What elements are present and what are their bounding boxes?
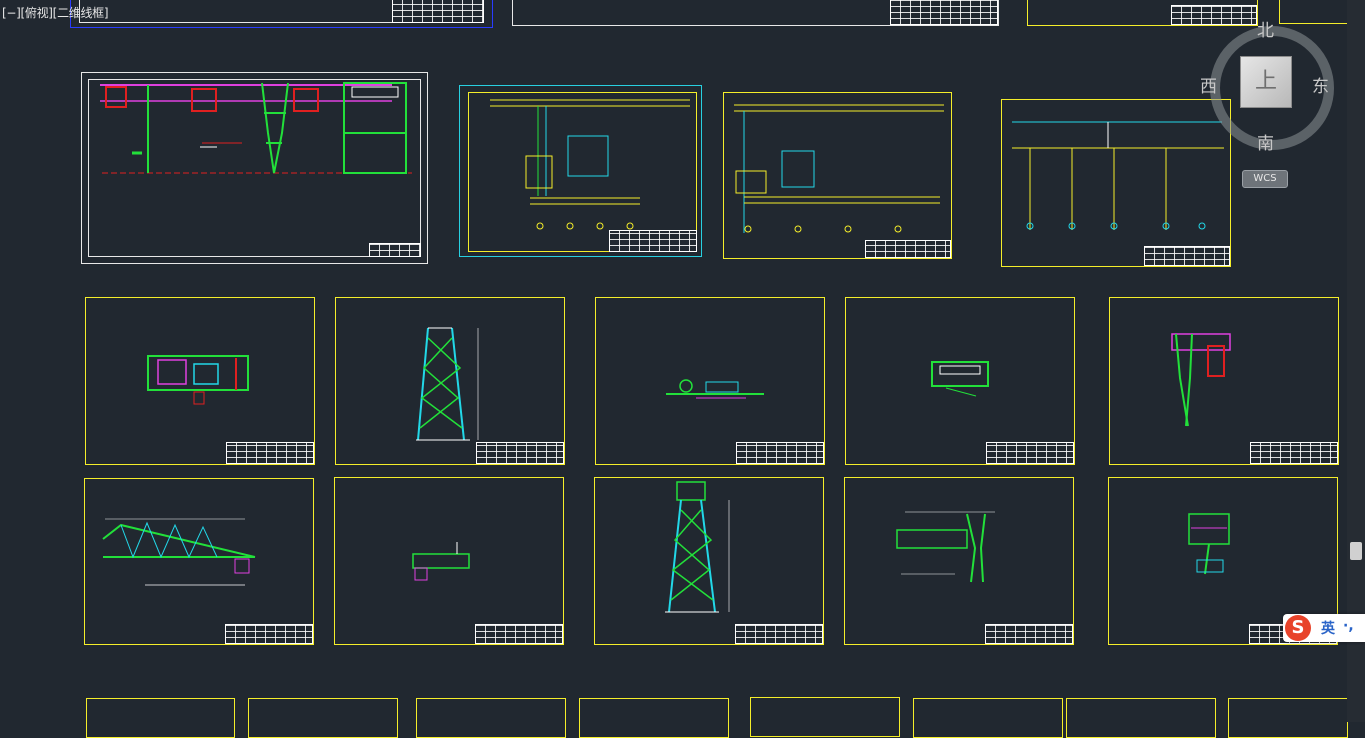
drawing-sheet-row4-5[interactable] — [750, 697, 900, 737]
title-block — [392, 0, 484, 23]
trolley-plan-drawing — [147, 355, 249, 405]
compass-north[interactable]: 北 — [1257, 16, 1274, 41]
tower-leg-drawing — [416, 327, 479, 441]
scrollbar-thumb[interactable] — [1350, 542, 1362, 560]
drawing-sheet-row4-1[interactable] — [86, 698, 235, 738]
gantry-crane-drawing — [100, 82, 412, 174]
viewcube-top-face[interactable]: 上 — [1240, 56, 1292, 108]
model-space-canvas[interactable] — [0, 0, 1365, 738]
drawing-sheet-row3-2[interactable] — [334, 477, 564, 645]
viewcube[interactable]: 上 北 南 东 西 WCS — [1196, 14, 1336, 188]
detail-drawing — [412, 542, 470, 581]
drawing-sheet-row3-1[interactable] — [84, 478, 314, 645]
wcs-menu-button[interactable]: WCS — [1242, 170, 1288, 188]
drawing-sheet-top-1[interactable] — [70, 0, 493, 28]
cabin-drawing — [931, 361, 989, 397]
drawing-sheet-top-2[interactable] — [512, 0, 999, 26]
drawing-sheet-row2-1[interactable] — [85, 297, 315, 465]
compass-south[interactable]: 南 — [1257, 129, 1274, 154]
hoist-mechanism-drawing — [896, 511, 995, 583]
drawing-sheet-row2-4[interactable] — [845, 297, 1075, 465]
tower-elevation-drawing — [665, 481, 730, 613]
drawing-sheet-row4-8[interactable] — [1228, 698, 1348, 738]
drawing-sheet-row3-4[interactable] — [844, 477, 1074, 645]
title-block — [890, 0, 998, 25]
drawing-sheet-electrical-2[interactable] — [723, 92, 952, 259]
ime-punctuation-toggle[interactable]: ·, — [1343, 618, 1354, 634]
ime-language-toggle[interactable]: 英 — [1321, 618, 1335, 638]
viewport-controls-label[interactable]: [−][俯视][二维线框] — [2, 4, 109, 21]
electrical-schematic-1 — [490, 99, 690, 230]
ime-toolbar[interactable]: S 英 ·, — [1283, 614, 1365, 642]
drawing-sheet-row4-6[interactable] — [913, 698, 1063, 738]
mechanism-section-drawing — [666, 379, 764, 399]
drawing-sheet-row4-7[interactable] — [1066, 698, 1216, 738]
drawing-sheet-row4-4[interactable] — [579, 698, 729, 738]
sogou-logo-icon[interactable]: S — [1285, 615, 1311, 641]
drawing-sheet-row2-3[interactable] — [595, 297, 825, 465]
compass-west[interactable]: 西 — [1200, 72, 1217, 97]
drawing-sheet-row3-3[interactable] — [594, 477, 824, 645]
truss-girder-drawing — [102, 518, 256, 586]
electrical-schematic-2 — [734, 104, 944, 233]
drawing-sheet-row2-5[interactable] — [1109, 297, 1339, 465]
drawing-sheet-row4-2[interactable] — [248, 698, 398, 738]
drawing-sheet-row2-2[interactable] — [335, 297, 565, 465]
drawing-sheet-gantry-crane-assembly[interactable] — [81, 72, 428, 264]
drawing-sheet-electrical-1[interactable] — [459, 85, 702, 257]
drawing-sheet-row4-3[interactable] — [416, 698, 566, 738]
compass-east[interactable]: 东 — [1312, 72, 1329, 97]
leg-side-view-drawing — [1171, 333, 1231, 427]
